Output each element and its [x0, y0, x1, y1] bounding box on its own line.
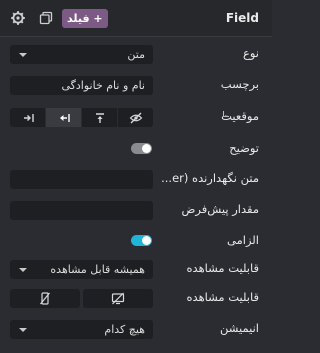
gear-icon[interactable] — [10, 10, 26, 26]
align-top-icon — [95, 112, 104, 123]
position-option-label-top[interactable] — [82, 108, 118, 127]
align-left-icon — [59, 113, 70, 122]
hide-on-mobile-button[interactable] — [10, 289, 80, 308]
default-value-input[interactable] — [10, 201, 153, 220]
panel-title: Field — [225, 11, 259, 25]
animation-select[interactable]: هیچ کدام — [10, 320, 153, 339]
label-input[interactable]: نام و نام خانوادگی — [10, 76, 153, 95]
visibility-value: همیشه قابل مشاهده — [50, 263, 145, 276]
toggle-knob — [142, 144, 151, 153]
visibility-label: قابلیت مشاهده — [186, 261, 259, 275]
desktop-off-icon — [111, 292, 125, 305]
animation-label: انیمیشن — [220, 321, 259, 335]
mobile-off-icon — [40, 292, 50, 305]
visibility-devices-label: قابلیت مشاهده — [186, 290, 259, 304]
required-label: الزامی — [227, 233, 259, 247]
type-value: متن — [127, 48, 145, 61]
placeholder-input[interactable] — [10, 170, 153, 189]
panel-header: + فیلد Field — [0, 0, 272, 37]
default-value-label: مقدار پیش‌فرض — [181, 202, 260, 216]
position-option-hidden[interactable] — [118, 108, 153, 127]
required-toggle[interactable] — [131, 235, 152, 246]
type-label: نوع — [242, 46, 259, 60]
hide-on-desktop-button[interactable] — [83, 289, 153, 308]
add-field-badge[interactable]: + فیلد — [62, 9, 108, 28]
chevron-down-icon — [19, 53, 27, 57]
duplicate-icon[interactable] — [38, 10, 54, 26]
position-option-label-right[interactable] — [10, 108, 46, 127]
toggle-knob — [142, 236, 151, 245]
label-label: برچسب — [220, 77, 259, 91]
visibility-select[interactable]: همیشه قابل مشاهده — [10, 260, 153, 279]
type-select[interactable]: متن — [10, 45, 153, 64]
eye-slash-icon — [129, 112, 142, 123]
align-right-icon — [23, 113, 34, 122]
label-input-value: نام و نام خانوادگی — [61, 79, 145, 92]
description-label: توضیح — [229, 141, 259, 155]
position-option-label-left[interactable] — [46, 108, 82, 127]
position-segmented-control — [10, 108, 153, 127]
corner-mark-icon — [223, 111, 229, 117]
animation-value: هیچ کدام — [104, 323, 145, 336]
chevron-down-icon — [19, 268, 27, 272]
description-toggle[interactable] — [131, 143, 152, 154]
chevron-down-icon — [19, 328, 27, 332]
placeholder-label: متن نگهدارنده (er... — [161, 171, 259, 185]
